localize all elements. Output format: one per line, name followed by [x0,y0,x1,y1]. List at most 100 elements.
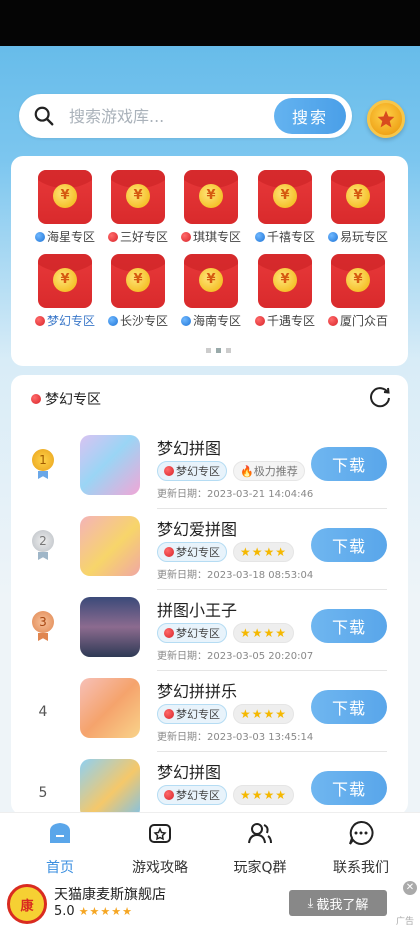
tag-row: 梦幻专区 ★★★★ [157,704,295,724]
tag-row: 梦幻专区 ★★★★ [157,623,295,643]
zone-label: 梦幻专区 [29,312,101,329]
red-packet-icon: ¥ [258,254,312,308]
app-icon[interactable] [80,678,140,738]
rating-stars: ★★★★ [233,704,295,724]
favorite-star-button[interactable] [367,100,405,138]
app-icon[interactable] [80,759,140,815]
ad-tag: 广告 [396,917,415,927]
zone-item[interactable]: ¥ 易玩专区 [322,170,394,245]
app-icon[interactable] [80,435,140,495]
download-button[interactable]: 下载 [311,609,387,643]
red-dot-icon [164,466,174,476]
ad-rating-value: 5.0 [54,904,75,919]
zone-item[interactable]: ¥ 千禧专区 [249,170,321,245]
app-name[interactable]: 梦幻爱拼图 [157,516,237,540]
coin-icon: ¥ [53,268,77,292]
app-icon[interactable] [80,516,140,576]
zone-tag: 梦幻专区 [157,542,227,562]
zone-item[interactable]: ¥ 厦门众百 [322,254,394,329]
coin-icon: ¥ [273,184,297,208]
coin-icon: ¥ [126,184,150,208]
guide-icon [149,824,171,843]
refresh-icon[interactable] [367,385,393,411]
search-bar[interactable]: 搜索 [19,94,352,138]
red-packet-icon: ¥ [331,254,385,308]
rank-number: 5 [38,785,48,801]
search-input[interactable] [69,104,279,128]
zone-item[interactable]: ¥ 海南专区 [175,254,247,329]
blue-dot-icon [107,315,118,326]
red-dot-icon [327,315,338,326]
zone-item[interactable]: ¥ 长沙专区 [102,254,174,329]
nav-item[interactable]: 游戏攻略 [120,819,200,877]
game-list: 梦幻专区 1 梦幻拼图 梦幻专区 🔥极力推荐 更新日期：2023-03-21 14:04… [11,375,408,815]
chat-icon [349,820,374,845]
nav-label: 玩家Q群 [233,860,287,876]
ad-banner[interactable]: 康 天猫康麦斯旗舰店 5.0 ★★★★★ ⤓ 截我了解 ✕ 广告 [0,878,420,933]
rank-number: 2 [32,530,54,552]
zone-tag: 梦幻专区 [157,704,227,724]
red-dot-icon [164,547,174,557]
app-name[interactable]: 拼图小王子 [157,597,237,621]
coin-icon: ¥ [199,184,223,208]
app-name[interactable]: 梦幻拼拼乐 [157,678,237,702]
ad-cta-label: 截我了解 [316,897,369,913]
zone-tag-label: 梦幻专区 [176,465,220,478]
red-packet-icon: ¥ [38,170,92,224]
zone-tag: 梦幻专区 [157,785,227,805]
blue-dot-icon [34,231,45,242]
download-arrow-icon: ⤓ [307,895,314,911]
blue-dot-icon [180,315,191,326]
zone-label-text: 长沙专区 [119,314,168,328]
zone-label-text: 海南专区 [192,314,241,328]
ad-logo: 康 [7,884,47,924]
zone-label-text: 千遇专区 [266,314,315,328]
zone-item[interactable]: ¥ 三好专区 [102,170,174,245]
zone-label: 海南专区 [175,312,247,329]
nav-item[interactable]: 首页 [20,819,100,877]
coin-icon: ¥ [346,184,370,208]
red-packet-icon: ¥ [184,170,238,224]
rank-number: 4 [38,704,48,720]
ad-close-icon[interactable]: ✕ [403,881,417,895]
coin-icon: ¥ [273,268,297,292]
game-row: 5 梦幻拼图 梦幻专区 ★★★★ 下载 [11,751,408,815]
rank-number: 3 [32,611,54,633]
zone-tag-label: 梦幻专区 [176,546,220,559]
nav-item[interactable]: 联系我们 [321,819,401,877]
zone-label-text: 千禧专区 [266,230,315,244]
zone-item[interactable]: ¥ 千遇专区 [249,254,321,329]
app-name[interactable]: 梦幻拼图 [157,435,221,459]
rank-medal-icon: 2 [31,530,55,564]
download-button[interactable]: 下载 [311,690,387,724]
search-button[interactable]: 搜索 [274,98,346,134]
zone-tag-label: 梦幻专区 [176,708,220,721]
home-icon [50,823,70,843]
game-row: 3 拼图小王子 梦幻专区 ★★★★ 更新日期：2023-03-05 20:20:07 下载 [11,589,408,671]
download-button[interactable]: 下载 [311,528,387,562]
ad-cta-button[interactable]: ⤓ 截我了解 [289,890,387,916]
group-icon [248,823,272,844]
update-date: 更新日期：2023-03-05 20:20:07 [157,651,314,662]
coin-icon: ¥ [53,184,77,208]
nav-label: 联系我们 [333,860,389,876]
nav-item[interactable]: 玩家Q群 [220,819,300,877]
zone-tag: 梦幻专区 [157,623,227,643]
app-name[interactable]: 梦幻拼图 [157,759,221,783]
zone-item[interactable]: ¥ 梦幻专区 [29,254,101,329]
zone-label-text: 琪琪专区 [192,230,241,244]
recommend-tag: 🔥极力推荐 [233,461,305,481]
red-dot-icon [107,231,118,242]
zone-tag-label: 梦幻专区 [176,627,220,640]
update-date: 更新日期：2023-03-03 13:45:14 [157,732,314,743]
zone-item[interactable]: ¥ 海星专区 [29,170,101,245]
app-icon[interactable] [80,597,140,657]
download-button[interactable]: 下载 [311,447,387,481]
red-dot-icon [180,231,191,242]
ad-stars: ★★★★★ [78,905,133,918]
download-button[interactable]: 下载 [311,771,387,805]
search-icon [34,106,54,126]
zone-item[interactable]: ¥ 琪琪专区 [175,170,247,245]
zone-tag: 梦幻专区 [157,461,227,481]
coin-icon: ¥ [346,268,370,292]
